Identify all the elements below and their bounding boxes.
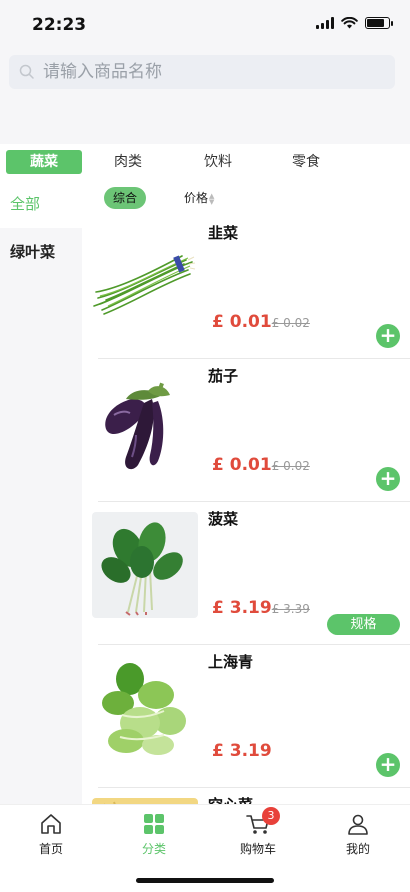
cart-badge: 3 <box>262 807 280 825</box>
status-icons <box>316 17 393 29</box>
price-row: £ 0.01£ 0.02 <box>212 312 310 332</box>
spinach-image <box>92 512 198 618</box>
battery-level <box>367 19 384 27</box>
sidebar: 全部 绿叶菜 <box>0 180 82 804</box>
header <box>0 50 410 144</box>
tab-label: 我的 <box>345 842 370 856</box>
battery-icon <box>365 17 393 29</box>
product-name: 上海青 <box>208 653 254 671</box>
sort-price-button[interactable]: 价格▲ ▼ <box>184 187 214 209</box>
user-icon <box>348 814 368 835</box>
status-time: 22:23 <box>32 15 87 35</box>
signal-icon <box>316 17 334 29</box>
sort-arrows-icon: ▲ ▼ <box>209 191 215 206</box>
plus-icon: + <box>379 752 397 776</box>
bok-choy-image <box>92 655 198 761</box>
spec-button[interactable]: 规格 <box>327 614 400 635</box>
search-icon <box>19 64 34 79</box>
product-name: 空心菜 <box>208 794 253 804</box>
product-item[interactable]: 空心菜 <box>92 788 410 804</box>
product-old-price: £ 3.39 <box>271 602 310 616</box>
tab-profile[interactable]: 我的 <box>328 811 388 857</box>
plus-icon: + <box>379 466 397 490</box>
product-item[interactable]: 上海青 £ 3.19 + <box>92 645 410 788</box>
home-icon <box>41 814 61 834</box>
add-to-cart-button[interactable]: + <box>376 753 400 777</box>
product-name: 菠菜 <box>208 510 239 528</box>
home-indicator <box>136 878 274 883</box>
tab-meat[interactable]: 肉类 <box>114 150 142 174</box>
product-name: 茄子 <box>208 367 239 385</box>
sort-composite-button[interactable]: 综合 <box>104 187 146 209</box>
tab-label: 购物车 <box>239 842 276 856</box>
eggplant-image <box>92 369 198 475</box>
add-to-cart-button[interactable]: + <box>376 467 400 491</box>
top-category-tabs: 蔬菜 肉类 饮料 零食 <box>0 144 410 180</box>
add-to-cart-button[interactable]: + <box>376 324 400 348</box>
product-price: £ 3.19 <box>212 741 272 761</box>
search-input[interactable] <box>43 62 373 82</box>
price-row: £ 3.19 <box>212 741 272 761</box>
tab-vegetables[interactable]: 蔬菜 <box>6 150 82 174</box>
tab-home[interactable]: 首页 <box>21 811 81 857</box>
chives-image <box>92 226 198 332</box>
sidebar-item-all[interactable]: 全部 <box>0 180 82 228</box>
product-item[interactable]: 韭菜 £ 0.01£ 0.02 + <box>92 216 410 359</box>
tab-drinks[interactable]: 饮料 <box>204 150 232 174</box>
product-item[interactable]: 菠菜 £ 3.19£ 3.39 规格 <box>92 502 410 645</box>
product-old-price: £ 0.02 <box>271 459 310 473</box>
price-row: £ 3.19£ 3.39 <box>212 598 310 618</box>
category-icon <box>144 814 164 834</box>
product-old-price: £ 0.02 <box>271 316 310 330</box>
product-price: £ 3.19 <box>212 598 272 618</box>
tab-cart[interactable]: 3 购物车 <box>228 807 288 857</box>
sort-bar: 综合 价格▲ ▼ <box>82 180 410 216</box>
price-row: £ 0.01£ 0.02 <box>212 455 310 475</box>
tab-label: 首页 <box>38 842 63 856</box>
product-list: 韭菜 £ 0.01£ 0.02 + 茄子 £ 0.01£ 0.02 + 菠菜 £… <box>82 216 410 804</box>
wifi-icon <box>341 17 358 29</box>
plus-icon: + <box>379 323 397 347</box>
sort-price-label: 价格 <box>184 191 209 205</box>
tab-category[interactable]: 分类 <box>124 811 184 857</box>
product-name: 韭菜 <box>208 224 239 242</box>
product-price: £ 0.01 <box>212 312 272 332</box>
sidebar-item-leafy-greens[interactable]: 绿叶菜 <box>0 228 82 276</box>
status-bar: 22:23 <box>0 0 410 50</box>
tab-label: 分类 <box>141 842 166 856</box>
tab-snacks[interactable]: 零食 <box>292 150 320 174</box>
product-item[interactable]: 茄子 £ 0.01£ 0.02 + <box>92 359 410 502</box>
search-box[interactable] <box>9 55 395 89</box>
product-price: £ 0.01 <box>212 455 272 475</box>
